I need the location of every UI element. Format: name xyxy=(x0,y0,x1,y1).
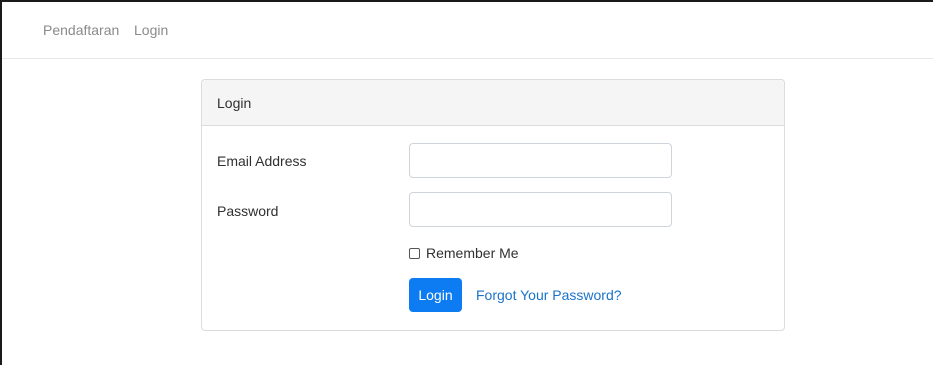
login-card: Login Email Address Password Remember Me… xyxy=(201,79,785,331)
remember-me-label[interactable]: Remember Me xyxy=(426,245,519,261)
remember-me-checkbox[interactable] xyxy=(409,247,420,259)
card-header: Login xyxy=(202,80,784,126)
password-field[interactable] xyxy=(409,192,672,227)
login-button[interactable]: Login xyxy=(409,278,462,312)
remember-me-row: Remember Me xyxy=(409,245,519,261)
nav-link-login[interactable]: Login xyxy=(134,22,168,38)
nav-link-pendaftaran[interactable]: Pendaftaran xyxy=(43,22,119,38)
email-label: Email Address xyxy=(217,153,307,169)
password-label: Password xyxy=(217,203,279,219)
top-navbar: Pendaftaran Login xyxy=(2,2,933,59)
forgot-password-link[interactable]: Forgot Your Password? xyxy=(476,287,622,303)
email-field[interactable] xyxy=(409,143,672,178)
